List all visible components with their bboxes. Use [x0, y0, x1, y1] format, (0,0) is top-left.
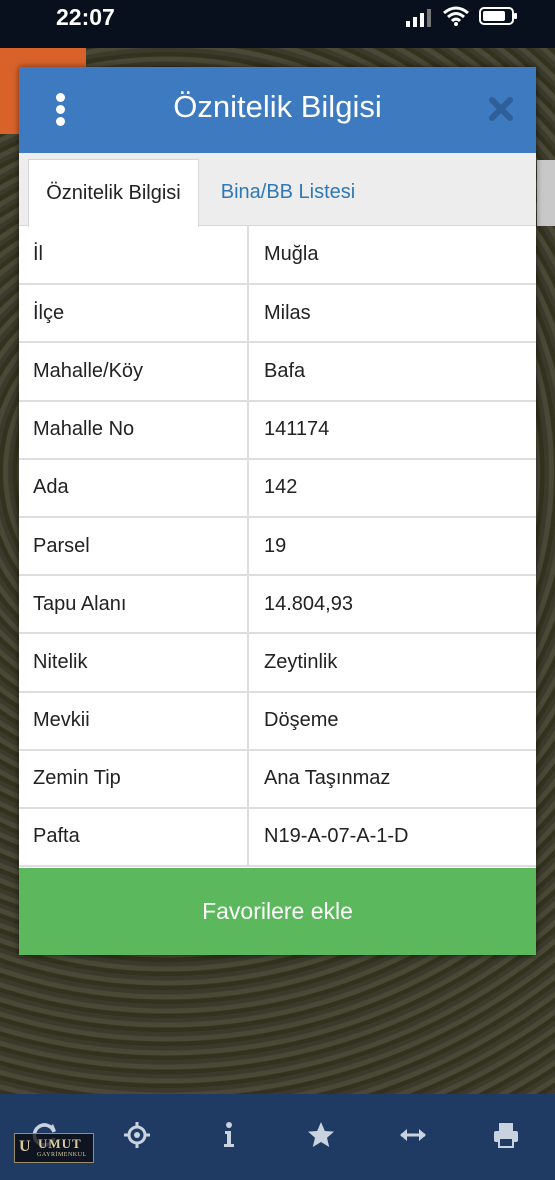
attribute-value: Döşeme: [248, 691, 536, 751]
attribute-value: 19: [248, 516, 536, 577]
table-row: Zemin Tip Ana Taşınmaz: [19, 749, 536, 809]
attribute-key: Parsel: [19, 516, 249, 577]
close-icon[interactable]: [487, 95, 515, 123]
attribute-key: Mahalle/Köy: [19, 342, 249, 402]
attribute-key: Pafta: [19, 807, 249, 868]
attribute-key: Mevkii: [19, 691, 249, 751]
battery-icon: [479, 7, 517, 25]
tab-building-list[interactable]: Bina/BB Listesi: [209, 159, 367, 227]
logo-mark-icon: U: [19, 1138, 31, 1155]
attribute-table: İl Muğla İlçe Milas Mahalle/Köy Bafa Mahalle N…: [19, 226, 536, 868]
company-logo: U UMUT GAYRİMENKUL: [14, 1133, 94, 1163]
attribute-key: Tapu Alanı: [19, 575, 249, 635]
attribute-key: Ada: [19, 458, 249, 518]
wifi-icon: [443, 6, 469, 26]
signal-icon: [406, 9, 431, 27]
attribute-value: N19-A-07-A-1-D: [248, 807, 536, 868]
attribute-value: 14.804,93: [248, 575, 536, 635]
table-row: İlçe Milas: [19, 284, 536, 344]
star-icon[interactable]: [306, 1120, 336, 1150]
add-to-favorites-button[interactable]: Favorilere ekle: [19, 868, 536, 955]
table-row: Pafta N19-A-07-A-1-D: [19, 807, 536, 868]
tab-bar: Öznitelik Bilgisi Bina/BB Listesi: [19, 153, 536, 227]
attribute-value: Ana Taşınmaz: [248, 749, 536, 809]
status-bar: 22:07: [0, 0, 555, 48]
attribute-key: İl: [19, 226, 249, 286]
dialog-title: Öznitelik Bilgisi: [173, 89, 382, 124]
table-row: Ada 142: [19, 458, 536, 518]
table-row: Tapu Alanı 14.804,93: [19, 575, 536, 635]
logo-subtitle: GAYRİMENKUL: [37, 1152, 87, 1158]
table-row: Mahalle/Köy Bafa: [19, 342, 536, 402]
attribute-key: Zemin Tip: [19, 749, 249, 809]
table-row: İl Muğla: [19, 226, 536, 286]
attribute-key: Mahalle No: [19, 400, 249, 460]
attribute-dialog: Öznitelik Bilgisi Öznitelik Bilgisi Bina…: [19, 67, 536, 955]
attribute-key: İlçe: [19, 284, 249, 344]
dialog-header: Öznitelik Bilgisi: [19, 67, 536, 153]
table-row: Nitelik Zeytinlik: [19, 633, 536, 693]
table-row: Mahalle No 141174: [19, 400, 536, 460]
attribute-value: Bafa: [248, 342, 536, 402]
measure-icon[interactable]: [398, 1120, 428, 1150]
side-panel-tab[interactable]: [537, 160, 555, 226]
attribute-value: 142: [248, 458, 536, 518]
attribute-value: Muğla: [248, 226, 536, 286]
locate-icon[interactable]: [122, 1120, 152, 1150]
print-icon[interactable]: [491, 1120, 521, 1150]
table-row: Parsel 19: [19, 516, 536, 577]
attribute-value: 141174: [248, 400, 536, 460]
table-row: Mevkii Döşeme: [19, 691, 536, 751]
logo-name: UMUT: [38, 1136, 82, 1151]
attribute-key: Nitelik: [19, 633, 249, 693]
tab-attribute-info[interactable]: Öznitelik Bilgisi: [28, 159, 199, 227]
status-time: 22:07: [56, 4, 115, 30]
attribute-value: Zeytinlik: [248, 633, 536, 693]
info-icon[interactable]: [214, 1120, 244, 1150]
attribute-value: Milas: [248, 284, 536, 344]
